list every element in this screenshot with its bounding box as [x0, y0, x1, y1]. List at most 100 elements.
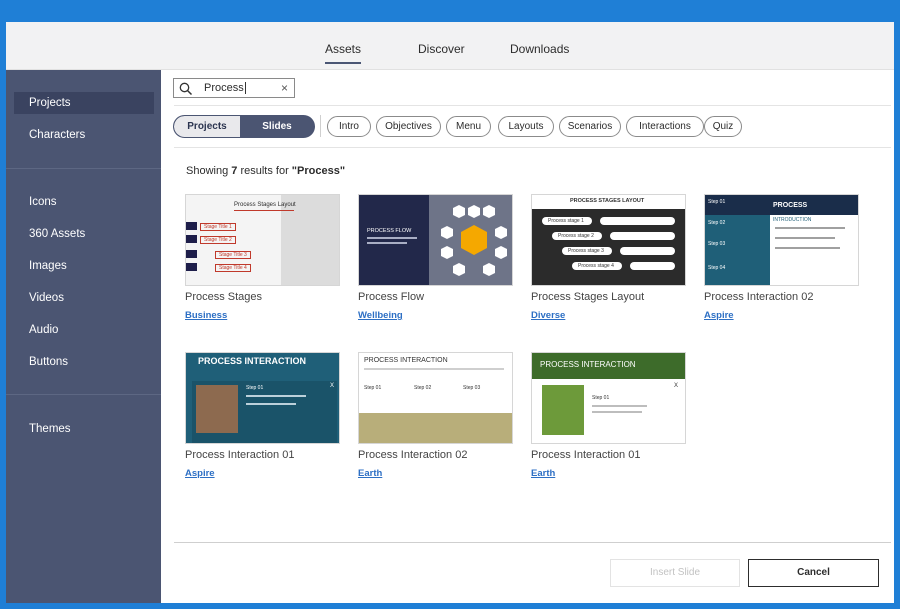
footer-divider [174, 542, 891, 543]
card-theme-link[interactable]: Earth [531, 468, 555, 479]
card-theme-link[interactable]: Aspire [704, 310, 734, 321]
thumbnail-text-box [600, 217, 675, 225]
thumbnail-bar [186, 263, 197, 271]
filter-layouts[interactable]: Layouts [498, 116, 554, 137]
search-input[interactable]: Process × [173, 78, 295, 98]
thumbnail-text-line [592, 411, 642, 413]
filter-intro[interactable]: Intro [327, 116, 371, 137]
filter-scenarios[interactable]: Scenarios [559, 116, 621, 137]
thumbnail-subheading: INTRODUCTION [773, 217, 812, 223]
slide-thumbnail: PROCESS INTRODUCTION Step 01 Step 02 Ste… [704, 194, 859, 286]
filter-separator [320, 115, 321, 137]
thumbnail-close-icon: X [330, 383, 335, 389]
card-theme-link[interactable]: Aspire [185, 468, 215, 479]
slide-thumbnail: PROCESS STAGES LAYOUT Process stage 1 Pr… [531, 194, 686, 286]
thumbnail-stage-label: Process stage 2 [552, 232, 602, 240]
card-title: Process Interaction 01 [185, 449, 295, 461]
toggle-projects[interactable]: Projects [174, 116, 240, 137]
thumbnail-heading: PROCESS FLOW [367, 228, 412, 234]
card-theme-link[interactable]: Business [185, 310, 227, 321]
thumbnail-step-label: Step 01 [246, 385, 264, 391]
card-title: Process Flow [358, 291, 425, 303]
card-title: Process Stages Layout [531, 291, 645, 303]
sidebar-item-icons[interactable]: Icons [29, 196, 57, 208]
thumbnail-step-label: Step 02 [414, 385, 432, 391]
thumbnail-heading: PROCESS INTERACTION [198, 356, 307, 366]
thumbnail-content-panel [770, 215, 858, 285]
thumbnail-step-label: Step 01 [364, 385, 382, 391]
thumbnail-close-icon: X [674, 383, 679, 389]
results-summary: Showing 7 results for "Process" [186, 165, 346, 177]
toggle-slides[interactable]: Slides [240, 116, 314, 137]
thumbnail-photo [542, 385, 584, 435]
filter-objectives[interactable]: Objectives [376, 116, 441, 137]
thumbnail-heading: PROCESS INTERACTION [540, 360, 636, 369]
thumbnail-text-box [610, 232, 675, 240]
hexagon-flow-graphic [441, 205, 507, 276]
thumbnail-photo [196, 385, 238, 433]
thumbnail-step-label: Step 03 [708, 241, 726, 247]
thumbnail-text-line [364, 368, 504, 370]
sidebar-item-audio[interactable]: Audio [29, 324, 58, 336]
asset-browser-window: Assets Discover Downloads Projects Chara… [6, 22, 894, 603]
thumbnail-stage-label: Process stage 4 [572, 262, 622, 270]
thumbnail-heading: PROCESS [773, 202, 808, 209]
thumbnail-stage-label: Process stage 3 [562, 247, 612, 255]
divider [174, 105, 891, 106]
sidebar-divider [6, 394, 161, 395]
thumbnail-bar [186, 250, 197, 258]
thumbnail-text-line [775, 247, 840, 249]
thumbnail-text-box [630, 262, 675, 270]
search-value: Process [204, 82, 246, 95]
card-title: Process Interaction 01 [531, 449, 641, 461]
tab-downloads[interactable]: Downloads [510, 42, 569, 56]
thumbnail-text-line [592, 405, 647, 407]
thumbnail-stage-label: Stage Title 2 [200, 236, 236, 244]
thumbnail-text-line [246, 395, 306, 397]
sidebar-item-buttons[interactable]: Buttons [29, 356, 68, 368]
slide-thumbnail: PROCESS INTERACTION Step 01 X [531, 352, 686, 444]
thumbnail-text-line [367, 242, 407, 244]
sidebar-item-videos[interactable]: Videos [29, 292, 64, 304]
thumbnail-stage-label: Stage Title 1 [200, 223, 236, 231]
slide-thumbnail: PROCESS INTERACTION Step 01 X [185, 352, 340, 444]
thumbnail-text-box [620, 247, 675, 255]
clear-search-icon[interactable]: × [281, 81, 288, 95]
sidebar-item-characters[interactable]: Characters [29, 129, 85, 141]
thumbnail-step-label: Step 03 [463, 385, 481, 391]
search-icon [179, 82, 193, 96]
filter-menu[interactable]: Menu [446, 116, 491, 137]
filter-quiz[interactable]: Quiz [704, 116, 742, 137]
thumbnail-step-label: Step 01 [592, 395, 610, 401]
thumbnail-stage-label: Stage Title 4 [215, 264, 251, 272]
card-title: Process Stages [185, 291, 263, 303]
card-theme-link[interactable]: Wellbeing [358, 310, 403, 321]
thumbnail-heading: PROCESS INTERACTION [364, 357, 448, 364]
card-theme-link[interactable]: Diverse [531, 310, 565, 321]
slide-thumbnail: PROCESS FLOW [358, 194, 513, 286]
thumbnail-rule [234, 210, 294, 211]
thumbnail-text-line [367, 237, 417, 239]
card-theme-link[interactable]: Earth [358, 468, 382, 479]
tab-discover[interactable]: Discover [418, 42, 465, 56]
sidebar-item-360-assets[interactable]: 360 Assets [29, 228, 85, 240]
thumbnail-step-label: Step 04 [708, 265, 726, 271]
sidebar-item-images[interactable]: Images [29, 260, 67, 272]
sidebar-item-themes[interactable]: Themes [29, 423, 71, 435]
tab-assets[interactable]: Assets [325, 42, 362, 64]
cancel-button[interactable]: Cancel [748, 559, 879, 587]
divider [174, 147, 891, 148]
filter-interactions[interactable]: Interactions [626, 116, 704, 137]
thumbnail-text-line [775, 237, 835, 239]
thumbnail-stage-label: Stage Title 3 [215, 251, 251, 259]
insert-slide-button[interactable]: Insert Slide [610, 559, 740, 587]
top-navigation-bar: Assets Discover Downloads [6, 22, 894, 70]
projects-slides-toggle[interactable]: Projects Slides [173, 115, 315, 138]
thumbnail-text-line [775, 227, 845, 229]
thumbnail-step-label: Step 02 [708, 220, 726, 226]
thumbnail-bar [186, 235, 197, 243]
thumbnail-bar [186, 222, 197, 230]
thumbnail-text-line [246, 403, 296, 405]
thumbnail-stage-label: Process stage 1 [542, 217, 592, 225]
sidebar-item-projects[interactable]: Projects [29, 97, 71, 109]
